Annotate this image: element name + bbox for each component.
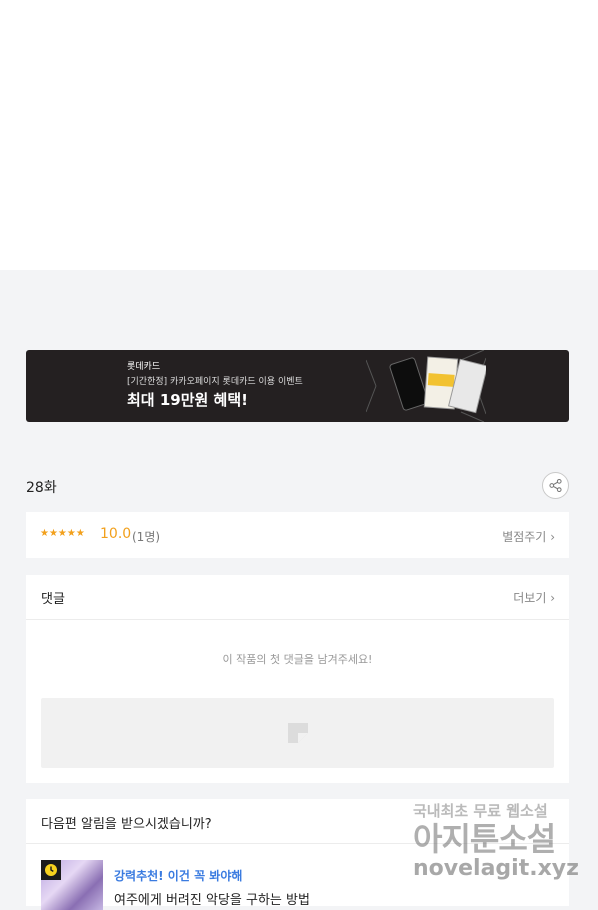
comment-more-label: 더보기 <box>513 591 547 605</box>
recommend-label: 강력추천! 이건 꼭 봐야해 <box>114 869 243 883</box>
rating-score: 10.0 <box>100 526 132 542</box>
rate-button[interactable]: 별점주기 › <box>502 528 555 545</box>
ad-banner[interactable]: 롯데카드 [기간한정] 카카오페이지 롯데카드 이용 이벤트 최대 19만원 혜… <box>26 350 569 422</box>
content-blank-area <box>0 0 598 270</box>
rating-stars: ★★★★★ <box>40 528 85 539</box>
comment-more-button[interactable]: 더보기 › <box>513 589 555 606</box>
rating-count: (1명) <box>132 530 161 544</box>
share-icon <box>549 479 562 492</box>
banner-headline: 최대 19만원 혜택! <box>127 391 248 409</box>
banner-card-illustration <box>366 350 486 422</box>
chevron-right-icon: › <box>550 530 555 544</box>
episode-title: 28화 <box>26 480 57 496</box>
banner-subtitle: [기간한정] 카카오페이지 롯데카드 이용 이벤트 <box>127 377 303 387</box>
comment-title: 댓글 <box>41 592 65 607</box>
rating-card: ★★★★★ 10.0 (1명) 별점주기 › <box>26 512 569 558</box>
clock-icon <box>41 860 61 880</box>
comment-placeholder-icon <box>288 723 308 743</box>
notify-title: 다음편 알림을 받으시겠습니까? <box>41 817 212 832</box>
next-episode-notify: 다음편 알림을 받으시겠습니까? 강력추천! 이건 꼭 봐야해 여주에게 버려진… <box>26 799 569 910</box>
recommend-thumbnail[interactable] <box>41 860 103 910</box>
comment-empty-message: 이 작품의 첫 댓글을 남겨주세요! <box>222 653 373 666</box>
banner-brand: 롯데카드 <box>127 362 161 372</box>
recommend-title[interactable]: 여주에게 버려진 악당을 구하는 방법 <box>114 889 310 908</box>
share-button[interactable] <box>542 472 569 499</box>
comment-section: 댓글 더보기 › 이 작품의 첫 댓글을 남겨주세요! <box>26 575 569 783</box>
notify-header: 다음편 알림을 받으시겠습니까? <box>26 799 569 844</box>
chevron-right-icon: › <box>550 591 555 605</box>
rate-button-label: 별점주기 <box>502 530 547 544</box>
comment-input[interactable] <box>41 698 554 768</box>
comment-header: 댓글 더보기 › <box>26 575 569 620</box>
